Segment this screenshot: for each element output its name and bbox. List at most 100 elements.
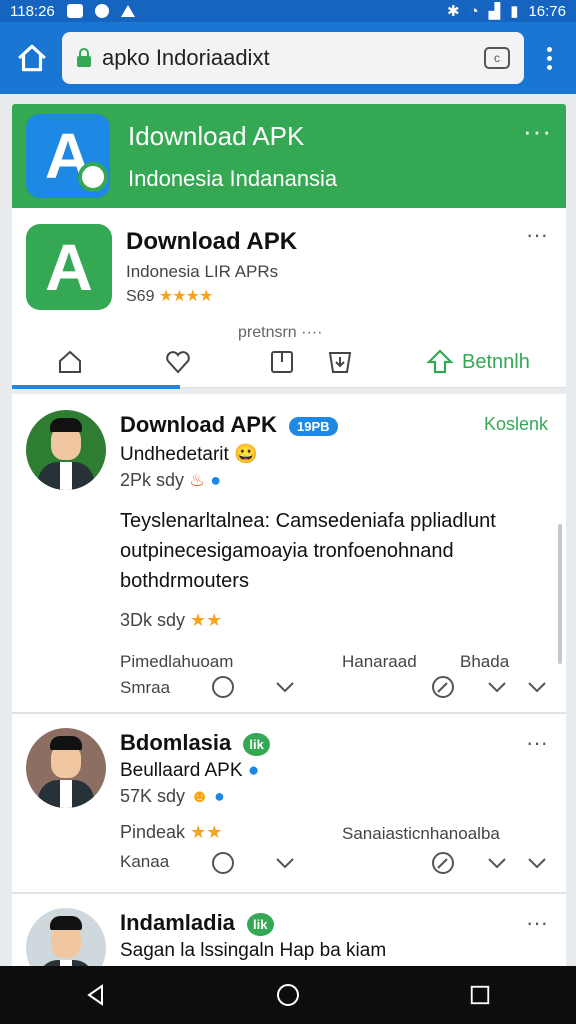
avatar-cap: [50, 916, 82, 930]
signal-icon: ▟: [488, 3, 501, 20]
post-author-name: Bdomlasia: [120, 730, 232, 755]
fire-icon: ♨: [189, 470, 206, 490]
chevron-down-icon[interactable]: [272, 850, 298, 876]
scrollbar[interactable]: [558, 524, 562, 664]
hero-banner: A Idownload APK Indonesia Indanansia ···: [12, 104, 566, 208]
back-button[interactable]: [56, 966, 136, 1024]
bookmark-button[interactable]: [268, 348, 296, 376]
post-meta-text: 57K sdy: [120, 786, 186, 806]
home-icon: [18, 44, 46, 72]
post-footer-label: Bhada: [460, 652, 510, 671]
home-icon: [59, 350, 81, 373]
post-footer-label: Pimedlahuoam: [120, 652, 234, 671]
post-more-button[interactable]: ···: [526, 732, 548, 754]
app-more-button[interactable]: ···: [526, 224, 548, 246]
recents-button[interactable]: [440, 966, 520, 1024]
emoji-icon: ☻: [190, 786, 210, 806]
star-icon: ★★: [190, 610, 223, 630]
notification-icon: [94, 4, 109, 18]
logo-badge-icon: [78, 162, 108, 192]
follow-button[interactable]: Koslenk: [484, 414, 548, 435]
share-label: Betnnlh: [462, 350, 530, 373]
post-meta: 2Pk sdy ♨ ●: [120, 470, 221, 491]
battery-icon: ▮: [510, 3, 519, 20]
chevron-down-icon[interactable]: [484, 674, 510, 700]
edit-icon[interactable]: [430, 850, 456, 876]
post-author[interactable]: Indamladia lik: [120, 910, 274, 936]
url-text: apko Indoriaadixt: [102, 45, 270, 70]
avatar-cap: [50, 736, 82, 750]
system-nav-bar: [0, 966, 576, 1024]
avatar-cap: [50, 418, 82, 432]
share-button[interactable]: Betnnlh: [426, 348, 530, 376]
verified-icon: ●: [247, 760, 260, 781]
verified-icon: ●: [214, 786, 225, 806]
hero-subtitle: Indonesia Indanansia: [128, 165, 338, 191]
book-icon: [271, 351, 293, 373]
post-footer-label: Sanaiasticnhanoalba: [342, 824, 500, 843]
message-icon: [66, 4, 83, 18]
active-tab-indicator: [12, 385, 180, 389]
tab-switcher-button[interactable]: c: [484, 47, 510, 69]
avatar-shirt: [60, 462, 72, 490]
star-icons: ★★★★: [158, 288, 213, 305]
edit-icon[interactable]: [430, 674, 456, 700]
address-bar[interactable]: apko Indoriaadixt c: [62, 32, 524, 84]
post-more-button[interactable]: ···: [526, 912, 548, 934]
app-title: Download APK: [126, 228, 298, 255]
alert-icon: [120, 5, 135, 17]
comment-icon[interactable]: [210, 674, 236, 700]
star-icon: ★★: [190, 822, 223, 842]
menu-dot: [546, 55, 552, 61]
hero-more-button[interactable]: ···: [523, 118, 552, 144]
post-footer-label: Hanaraad: [342, 652, 417, 671]
chevron-down-icon[interactable]: [272, 674, 298, 700]
home-button[interactable]: [12, 38, 52, 78]
post-tag: 19PB: [288, 416, 338, 436]
post-likes-text: 3Dk sdy: [120, 610, 186, 630]
post-author[interactable]: Download APK 19PB: [120, 412, 338, 438]
comment-icon[interactable]: [210, 850, 236, 876]
recents-square-icon: [470, 985, 490, 1005]
hero-title: Idownload APK: [128, 120, 305, 151]
post-subtitle: Beullaard APK ●: [120, 760, 259, 782]
post-likes: 3Dk sdy ★★: [120, 610, 222, 631]
hero-app-logo: A: [26, 114, 110, 198]
wifi-icon: ◔: [469, 2, 479, 20]
avatar[interactable]: [26, 728, 106, 808]
post-likes-text: Pindeak: [120, 822, 186, 842]
chevron-down-icon[interactable]: [524, 674, 550, 700]
download-button[interactable]: [326, 348, 354, 376]
page-content: A Idownload APK Indonesia Indanansia ···…: [12, 104, 566, 966]
avatar[interactable]: [26, 908, 106, 966]
post-subtitle: Undhedetarit 😀: [120, 444, 258, 465]
post-meta-text: 2Pk sdy: [120, 470, 185, 490]
download-box-icon: [328, 352, 352, 373]
home-tab[interactable]: [56, 348, 84, 376]
post-footer-label: Smraa: [120, 678, 171, 697]
post-author[interactable]: Bdomlasia lik: [120, 730, 270, 756]
post-author-name: Download APK: [120, 412, 277, 437]
avatar-shirt: [60, 780, 72, 808]
home-circle-icon: [277, 984, 299, 1006]
chevron-down-icon[interactable]: [524, 850, 550, 876]
verified-icon: ●: [210, 470, 222, 490]
browser-toolbar: apko Indoriaadixt c: [0, 22, 576, 94]
post-tag: lik: [243, 732, 270, 756]
feed-post: Download APK 19PB Koslenk Undhedetarit 😀…: [12, 394, 566, 714]
feed-post: Indamladia lik ··· Sagan la lssingaln Ha…: [12, 894, 566, 966]
post-tag: lik: [247, 912, 274, 936]
post-likes: Pindeak ★★: [120, 822, 222, 843]
heart-icon: [166, 351, 190, 374]
post-meta: 57K sdy ☻ ●: [120, 786, 225, 807]
post-author-name: Indamladia: [120, 910, 235, 935]
post-footer-label: Kanaa: [120, 852, 170, 871]
home-nav-button[interactable]: [248, 966, 328, 1024]
chevron-down-icon[interactable]: [484, 850, 510, 876]
favorite-button[interactable]: [164, 348, 192, 376]
avatar[interactable]: [26, 410, 106, 490]
app-rating: S69 ★★★★: [126, 286, 213, 306]
feed-post: Bdomlasia lik ··· Beullaard APK ● 57K sd…: [12, 714, 566, 894]
back-triangle-icon: [87, 984, 103, 1006]
browser-menu-button[interactable]: [534, 46, 564, 70]
